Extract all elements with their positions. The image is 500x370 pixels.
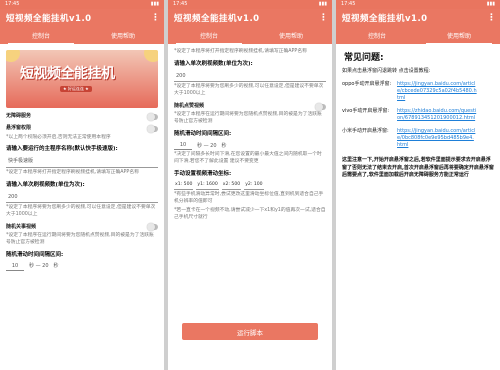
run-script-button[interactable]: 运行脚本 [182, 323, 318, 340]
tab-bar: 控制台 使用帮助 [168, 27, 332, 44]
console-content: 短视频全能挂机 ★ 好运连连 ★ 无障碍服务 悬浮窗权限 *以上两个权限必须开启… [0, 44, 164, 274]
lantern-icon [144, 50, 158, 62]
banner-title: 短视频全能挂机 [20, 66, 115, 82]
tab-help[interactable]: 使用帮助 [82, 27, 164, 44]
interval-unit: 秒 [53, 263, 59, 270]
app-bar: 短视频全能挂机v1.0 ⋮ [336, 9, 500, 27]
tab-help[interactable]: 使用帮助 [250, 27, 332, 44]
interval-min-input[interactable]: 10 [174, 142, 192, 151]
coord-inputs: x1: 500 y1: 1600 x2: 500 y2: 100 [174, 182, 326, 190]
interval-separator: 秒 — 20 [29, 263, 49, 270]
coord-note-2: *若一直卡在一个视频不动,请尝试减少一下x1和y1的值再次一试,适合自己手机尺寸… [174, 207, 326, 220]
tab-help[interactable]: 使用帮助 [418, 27, 500, 44]
faq-link[interactable]: https://jingyan.baidu.com/article/0bc808… [397, 128, 477, 149]
faq-item-oppo: oppo手动开启悬浮窗: https://jingyan.baidu.com/a… [342, 81, 494, 102]
x2-input[interactable]: x2: 500 [221, 182, 242, 190]
interval-min-input[interactable]: 10 [6, 263, 24, 272]
battery-icon: ▮▮▮ [486, 1, 495, 7]
tab-console[interactable]: 控制台 [168, 27, 250, 44]
faq-label: oppo手动开启悬浮窗: [342, 81, 392, 88]
count-note: *设定了本程序将要为您刷多少的视频,可以任意设定,但是建议不要单次大于1000以… [6, 204, 156, 217]
app-title: 短视频全能挂机v1.0 [342, 14, 428, 24]
random-toggle[interactable] [147, 223, 158, 232]
count-note: *设定了本程序将要为您刷多少的视频,可以任意设定,但是建议不要单次大于1000以… [174, 84, 324, 97]
status-time: 17:45 [341, 1, 356, 7]
battery-icon: ▮▮▮ [150, 1, 159, 7]
status-bar: 17:45 ▮▮▮ [336, 0, 500, 9]
app-name-heading: 请输入要运行的主程序名称(默认快手极速版): [6, 146, 118, 153]
like-note: *设定了本程序在运行期间将要为您随机点赞视频,目的被是为了活跃账号防止官方被检测 [174, 112, 322, 125]
app-name-note: *设定了本程序将打开指定程序刷视频挂机,请填写正确APP名称 [174, 49, 307, 54]
interval-heading: 随机滑动时间间隔区间: [174, 131, 232, 138]
interval-heading: 随机滑动时间间隔区间: [6, 251, 64, 258]
faq-link[interactable]: https://jingyan.baidu.com/article/cbcede… [397, 81, 477, 102]
overlay-toggle[interactable] [147, 124, 158, 133]
random-label: 随机关事视频 [6, 223, 37, 230]
faq-link[interactable]: https://zhidao.baidu.com/question/678913… [397, 108, 477, 122]
like-toggle[interactable] [315, 102, 326, 111]
interval-range: 10 秒 — 20 秒 [174, 142, 326, 151]
screen-help: 17:45 ▮▮▮ 短视频全能挂机v1.0 ⋮ 控制台 使用帮助 常见问题: 如… [336, 0, 500, 370]
status-time: 17:45 [5, 1, 20, 7]
interval-unit: 秒 [221, 142, 227, 149]
more-menu-icon[interactable]: ⋮ [151, 13, 160, 23]
overlay-label: 悬浮窗权限 [6, 125, 32, 132]
y1-input[interactable]: y1: 1600 [196, 182, 219, 190]
coord-note: *有些手机滑动异常时,尝试更改这里滑动坐标位值,直到机到适合自己手机分辨率的值即… [174, 191, 324, 204]
app-title: 短视频全能挂机v1.0 [6, 14, 92, 24]
status-bar: 17:45 ▮▮▮ [0, 0, 164, 9]
more-menu-icon[interactable]: ⋮ [319, 13, 328, 23]
app-bar: 短视频全能挂机v1.0 ⋮ [0, 9, 164, 27]
random-row: 随机关事视频 [6, 223, 158, 232]
overlay-row: 悬浮窗权限 [6, 124, 158, 133]
interval-note: *决定了间隔多长时间下滑,在您设置的最小最大值之间内随机取一个时间下滑,若您不了… [174, 152, 322, 165]
status-bar: 17:45 ▮▮▮ [168, 0, 332, 9]
faq-item-vivo: vivo手动开启悬浮窗: https://zhidao.baidu.com/qu… [342, 108, 494, 122]
faq-item-xiaomi: 小米手动开启悬浮窗: https://jingyan.baidu.com/art… [342, 128, 494, 149]
count-heading: 请输入单次刷视频数(单位为次): [6, 181, 85, 188]
app-title: 短视频全能挂机v1.0 [174, 14, 260, 24]
banner-image: 短视频全能挂机 ★ 好运连连 ★ [6, 50, 158, 108]
phone-screens: 17:45 ▮▮▮ 短视频全能挂机v1.0 ⋮ 控制台 使用帮助 短视频全能挂机… [0, 0, 500, 370]
permission-note: *以上两个权限必须开启,否则无法正常使用本程序 [6, 134, 111, 140]
y2-input[interactable]: y2: 100 [244, 182, 264, 190]
count-heading: 请输入单次刷视频数(单位为次): [174, 60, 253, 67]
tab-bar: 控制台 使用帮助 [336, 27, 500, 44]
app-bar: 短视频全能挂机v1.0 ⋮ [168, 9, 332, 27]
tab-console[interactable]: 控制台 [0, 27, 82, 44]
interval-separator: 秒 — 20 [197, 142, 217, 149]
lantern-icon [6, 50, 20, 62]
coord-heading: 手动设置视频滑动坐标: [174, 171, 232, 178]
status-time: 17:45 [173, 1, 188, 7]
screen-console-top: 17:45 ▮▮▮ 短视频全能挂机v1.0 ⋮ 控制台 使用帮助 短视频全能挂机… [0, 0, 164, 370]
app-name-note: *设定了本程序将打开指定程序刷视频挂机,请填写正确APP名称 [6, 169, 139, 175]
count-input[interactable]: 200 [6, 193, 158, 203]
accessibility-row: 无障碍服务 [6, 112, 158, 121]
screen-console-bottom: 17:45 ▮▮▮ 短视频全能挂机v1.0 ⋮ 控制台 使用帮助 *设定了本程序… [168, 0, 332, 370]
random-note: *设定了本程序在运行期间将要为您随机点赞视频,目的被是为了活跃账号防止官方被检测 [6, 233, 154, 245]
interval-range: 10 秒 — 20 秒 [6, 263, 158, 272]
accessibility-toggle[interactable] [147, 112, 158, 121]
accessibility-label: 无障碍服务 [6, 113, 32, 119]
like-row: 随机点赞视频 [174, 102, 326, 111]
more-menu-icon[interactable]: ⋮ [487, 13, 496, 23]
faq-intro: 如果点击悬浮窗闪退跳转 点击设置教程: [342, 68, 431, 75]
like-label: 随机点赞视频 [174, 103, 205, 110]
faq-label: vivo手动开启悬浮窗: [342, 108, 390, 115]
help-content: 常见问题: 如果点击悬浮窗闪退跳转 点击设置教程: oppo手动开启悬浮窗: h… [336, 44, 500, 183]
app-name-input[interactable]: 快手极速版 [6, 157, 158, 168]
tab-console[interactable]: 控制台 [336, 27, 418, 44]
x1-input[interactable]: x1: 500 [174, 182, 194, 190]
battery-icon: ▮▮▮ [318, 1, 327, 7]
count-input[interactable]: 200 [174, 72, 326, 83]
faq-title: 常见问题: [344, 53, 384, 63]
faq-bottom-note: 这里注意一下,开始开启悬浮窗之后,若软件里面提示要求去开启悬浮窗了否则无法了结束… [342, 157, 494, 179]
console-content: *设定了本程序将打开指定程序刷视频挂机,请填写正确APP名称 请输入单次刷视频数… [168, 44, 332, 225]
tab-bar: 控制台 使用帮助 [0, 27, 164, 44]
faq-label: 小米手动开启悬浮窗: [342, 128, 389, 135]
banner-subtitle: ★ 好运连连 ★ [60, 86, 92, 92]
